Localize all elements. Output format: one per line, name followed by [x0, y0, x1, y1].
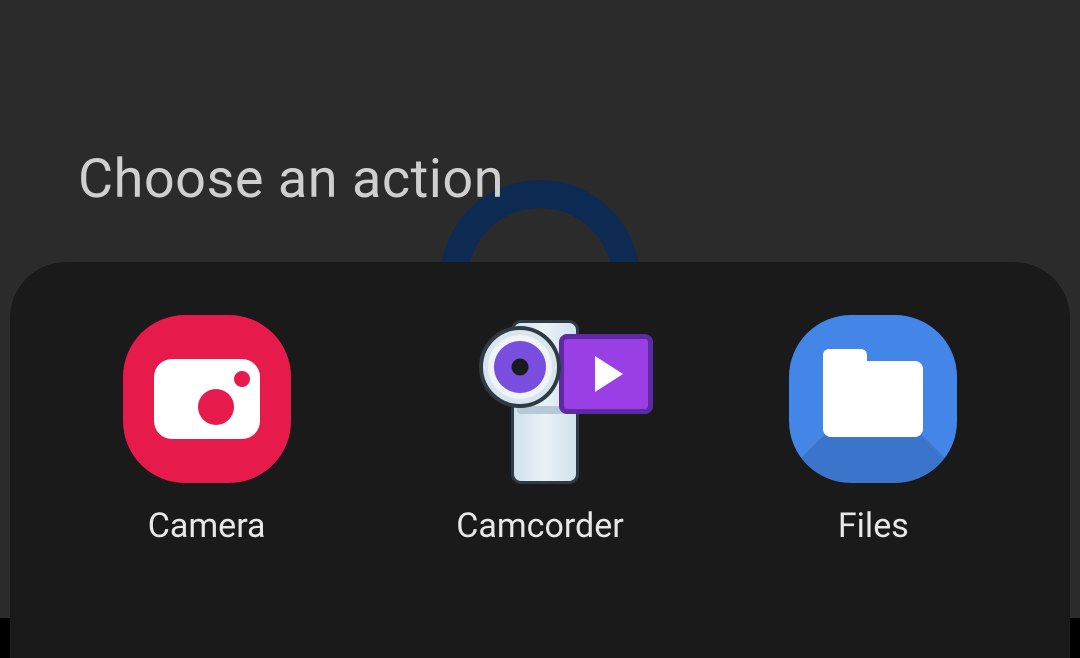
action-label: Camcorder — [456, 506, 624, 546]
camcorder-icon — [455, 314, 625, 484]
action-files[interactable]: Files — [723, 314, 1023, 658]
action-label: Files — [838, 506, 909, 546]
action-label: Camera — [148, 506, 266, 546]
action-sheet: Camera Camcorder Files — [10, 262, 1070, 658]
sheet-title: Choose an action — [78, 148, 504, 211]
files-icon — [788, 314, 958, 484]
action-camcorder[interactable]: Camcorder — [390, 314, 690, 658]
camera-icon — [122, 314, 292, 484]
action-camera[interactable]: Camera — [57, 314, 357, 658]
